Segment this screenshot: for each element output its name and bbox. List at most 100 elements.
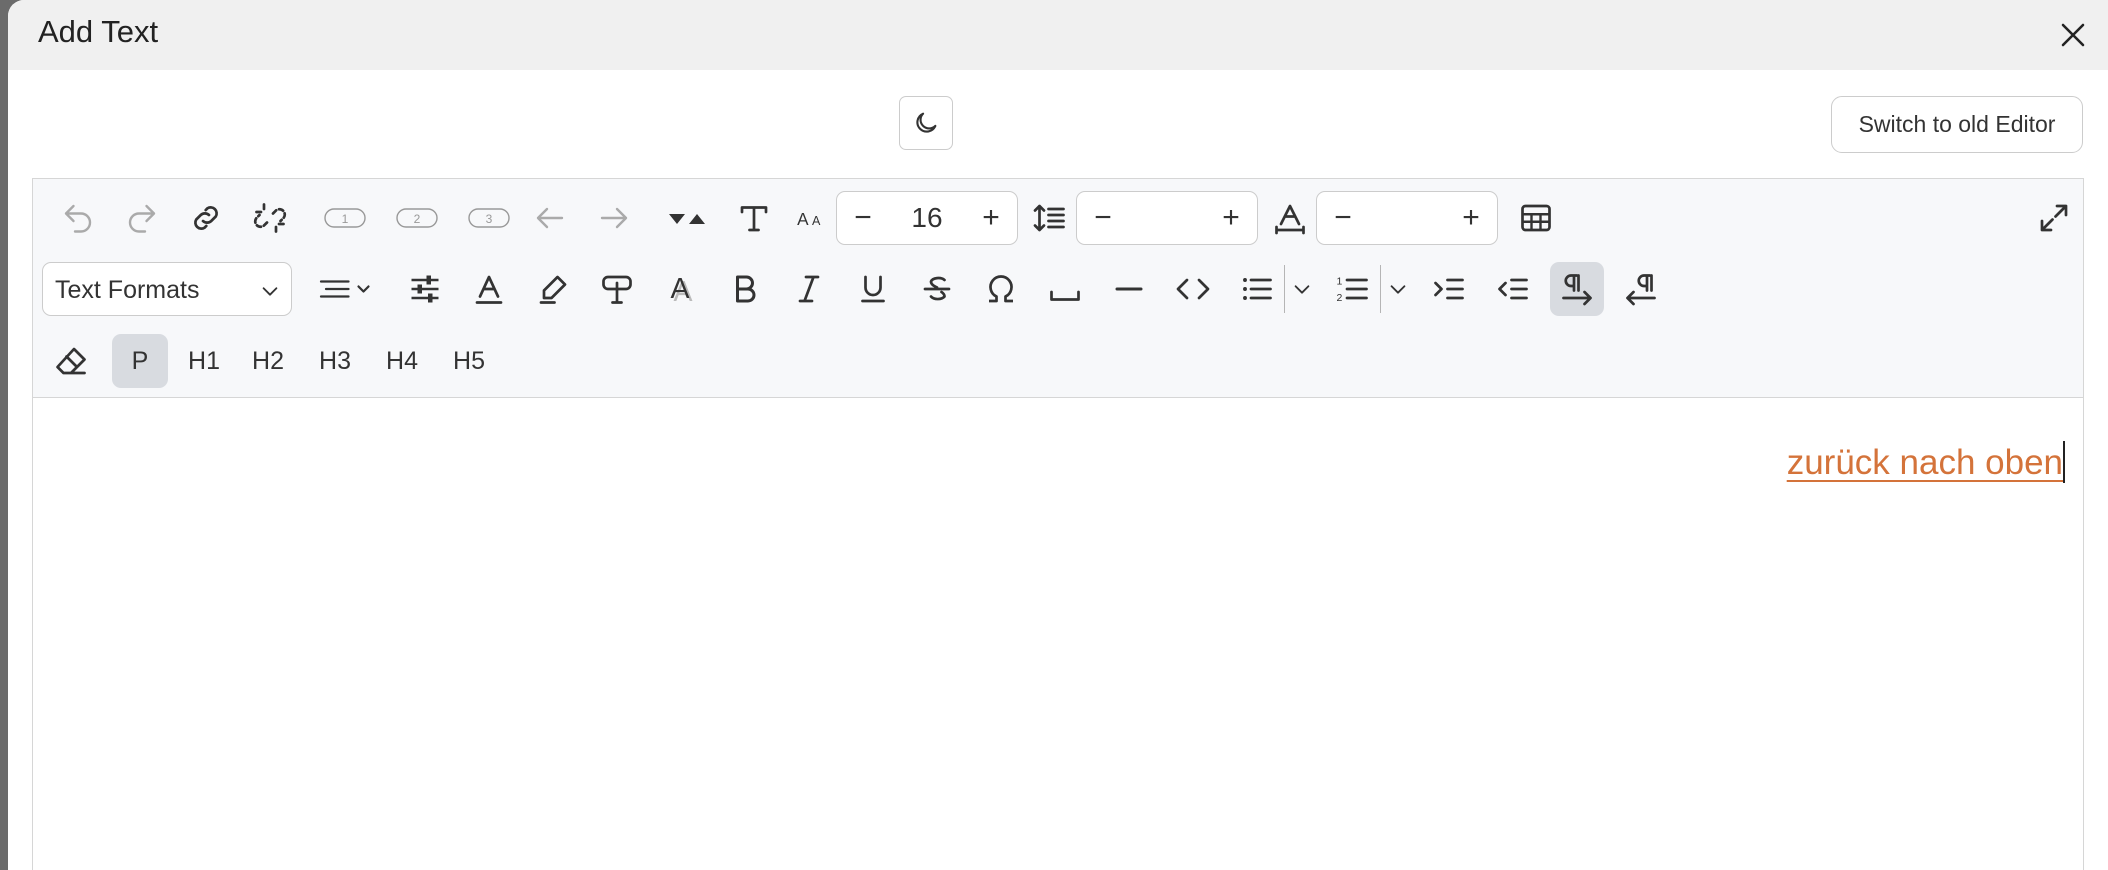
- svg-text:2: 2: [1337, 292, 1343, 304]
- eraser-icon: [56, 347, 86, 375]
- chevron-down-icon: [1390, 285, 1406, 294]
- bold-icon: [736, 275, 756, 303]
- rtl-direction-button[interactable]: [1614, 262, 1668, 316]
- font-color-button[interactable]: [462, 262, 516, 316]
- letter-spacing-decrease-button[interactable]: −: [1323, 192, 1363, 244]
- code-button[interactable]: [1166, 262, 1220, 316]
- text-shadow-button[interactable]: AA: [654, 262, 708, 316]
- outdent-icon: [1498, 278, 1528, 300]
- svg-text:2: 2: [414, 212, 421, 226]
- underline-button[interactable]: [846, 262, 900, 316]
- divider: [1380, 265, 1381, 313]
- indent-icon: [1434, 278, 1464, 300]
- font-size-stepper: − 16 +: [836, 191, 1018, 245]
- bulleted-list-icon: [1243, 278, 1272, 300]
- expand-icon: [2040, 204, 2068, 232]
- text-cursor: [2063, 441, 2065, 483]
- letter-spacing-icon: [1263, 191, 1317, 245]
- anchor-3-button[interactable]: 3: [459, 191, 519, 245]
- font-size-icon: AA: [785, 191, 839, 245]
- add-text-dialog: Add Text Switch to old Editor 1 2 3 A A …: [8, 0, 2108, 870]
- svg-text:A: A: [812, 214, 821, 228]
- numbered-list-icon: 12: [1337, 276, 1368, 304]
- text-decoration-button[interactable]: [590, 262, 644, 316]
- highlight-button[interactable]: [526, 262, 580, 316]
- fullscreen-button[interactable]: [2027, 191, 2081, 245]
- unlink-button[interactable]: [243, 191, 297, 245]
- svg-text:1: 1: [1337, 276, 1343, 288]
- bulleted-list-dropdown[interactable]: [1288, 262, 1316, 316]
- divider: [1284, 265, 1285, 313]
- font-size-decrease-button[interactable]: −: [843, 192, 883, 244]
- alignment-dropdown[interactable]: [311, 262, 381, 316]
- ltr-direction-button[interactable]: [1550, 262, 1604, 316]
- heading-5-button[interactable]: H5: [441, 334, 497, 388]
- badge-3-icon: 3: [468, 208, 510, 228]
- arrow-right-button[interactable]: [587, 191, 641, 245]
- line-height-increase-button[interactable]: +: [1211, 192, 1251, 244]
- outdent-button[interactable]: [1486, 262, 1540, 316]
- italic-button[interactable]: [782, 262, 836, 316]
- italic-icon: [798, 275, 820, 303]
- sliders-icon: [411, 275, 439, 303]
- arrow-left-icon: [536, 207, 564, 229]
- letter-spacing-stepper: − +: [1316, 191, 1498, 245]
- heading-2-button[interactable]: H2: [240, 334, 296, 388]
- heading-4-button[interactable]: H4: [374, 334, 430, 388]
- letter-spacing-increase-button[interactable]: +: [1451, 192, 1491, 244]
- special-characters-button[interactable]: [974, 262, 1028, 316]
- redo-button[interactable]: [115, 191, 169, 245]
- arrow-right-icon: [600, 207, 628, 229]
- horizontal-line-button[interactable]: [1102, 262, 1156, 316]
- text-settings-button[interactable]: [398, 262, 452, 316]
- code-icon: [1176, 278, 1210, 300]
- paragraph-button[interactable]: P: [112, 334, 168, 388]
- toggle-sections-button[interactable]: [657, 191, 717, 245]
- insert-table-button[interactable]: [1509, 191, 1563, 245]
- font-size-increase-button[interactable]: +: [971, 192, 1011, 244]
- link-button[interactable]: [179, 191, 233, 245]
- back-to-top-link[interactable]: zurück nach oben: [1787, 443, 2063, 483]
- paragraph-rtl-icon: [1626, 274, 1656, 306]
- text-shadow-icon: AA: [671, 273, 693, 307]
- dark-mode-toggle-button[interactable]: [899, 96, 953, 150]
- chevron-down-icon: [262, 287, 278, 296]
- heading-1-button[interactable]: H1: [176, 334, 232, 388]
- line-height-decrease-button[interactable]: −: [1083, 192, 1123, 244]
- align-icon: [319, 280, 370, 298]
- dialog-titlebar: Add Text: [8, 0, 2108, 70]
- indent-button[interactable]: [1422, 262, 1476, 316]
- undo-button[interactable]: [51, 191, 105, 245]
- anchor-2-button[interactable]: 2: [387, 191, 447, 245]
- font-size-value[interactable]: 16: [883, 192, 971, 244]
- svg-text:A: A: [671, 273, 690, 305]
- heading-3-button[interactable]: H3: [307, 334, 363, 388]
- font-color-icon: [475, 275, 503, 304]
- text-t-icon: [740, 206, 768, 232]
- line-height-stepper: − +: [1076, 191, 1258, 245]
- clear-format-button[interactable]: [44, 334, 98, 388]
- underline-icon: [861, 275, 885, 303]
- anchor-1-button[interactable]: 1: [315, 191, 375, 245]
- chevron-down-icon: [1294, 285, 1310, 294]
- triangles-icon: [669, 214, 705, 224]
- numbered-list-button[interactable]: 12: [1326, 262, 1380, 316]
- editor-content[interactable]: zurück nach oben: [33, 397, 2083, 870]
- link-icon: [194, 206, 218, 230]
- letter-spacing-value[interactable]: [1363, 192, 1451, 244]
- bold-button[interactable]: [718, 262, 772, 316]
- text-style-button[interactable]: [727, 191, 781, 245]
- arrow-left-button[interactable]: [523, 191, 577, 245]
- bulleted-list-button[interactable]: [1230, 262, 1284, 316]
- omega-icon: [989, 275, 1013, 303]
- strikethrough-icon: [923, 276, 951, 301]
- strikethrough-button[interactable]: [910, 262, 964, 316]
- switch-to-old-editor-button[interactable]: Switch to old Editor: [1831, 96, 2083, 153]
- line-height-value[interactable]: [1123, 192, 1211, 244]
- close-icon[interactable]: [2058, 20, 2088, 50]
- badge-1-icon: 1: [324, 208, 366, 228]
- text-formats-select[interactable]: Text Formats: [42, 262, 292, 316]
- paragraph-ltr-icon: [1562, 274, 1592, 306]
- non-breaking-space-button[interactable]: [1038, 262, 1092, 316]
- numbered-list-dropdown[interactable]: [1384, 262, 1412, 316]
